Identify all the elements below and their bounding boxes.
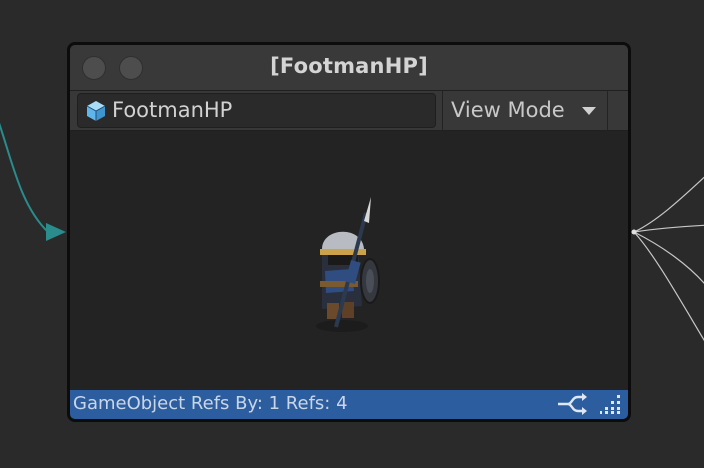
view-mode-dropdown[interactable]: View Mode	[443, 91, 605, 131]
incoming-arrow-icon	[46, 223, 66, 241]
node-status-bar: GameObject Refs By: 1 Refs: 4	[70, 390, 628, 419]
link-split-icon[interactable]	[556, 393, 588, 415]
view-mode-label: View Mode	[451, 98, 565, 122]
asset-preview[interactable]	[70, 131, 628, 390]
graph-canvas[interactable]: [FootmanHP] FootmanHP View Mode GameObje…	[0, 0, 704, 468]
outgoing-edge	[633, 176, 704, 233]
asset-node[interactable]: [FootmanHP] FootmanHP View Mode GameObje…	[67, 42, 631, 422]
node-title: [FootmanHP]	[270, 54, 428, 78]
object-field-label: FootmanHP	[112, 98, 233, 122]
resize-grip-icon[interactable]	[600, 394, 622, 415]
output-port	[631, 229, 637, 235]
toolbar-divider	[607, 91, 608, 131]
object-field[interactable]: FootmanHP	[77, 93, 436, 128]
node-titlebar[interactable]: [FootmanHP]	[70, 45, 628, 91]
incoming-edge	[0, 122, 49, 233]
footman-character-preview	[316, 197, 380, 332]
refs-status-text: GameObject Refs By: 1 Refs: 4	[73, 393, 348, 414]
prefab-cube-icon	[86, 101, 106, 121]
node-toolbar: FootmanHP View Mode	[70, 91, 628, 131]
outgoing-edge	[633, 231, 704, 342]
chevron-down-icon	[582, 107, 596, 115]
